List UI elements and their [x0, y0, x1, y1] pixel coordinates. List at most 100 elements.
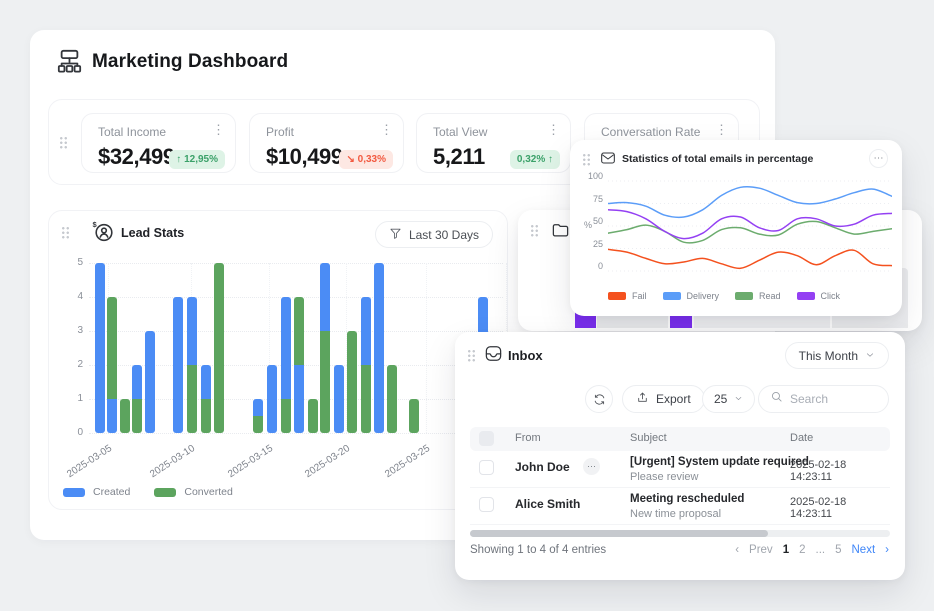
legend-swatch: [608, 292, 626, 300]
drag-handle-icon[interactable]: [582, 153, 591, 166]
kebab-menu-icon[interactable]: [380, 123, 393, 136]
legend-label: Created: [93, 486, 130, 498]
drag-handle-icon[interactable]: [59, 136, 68, 149]
scrollbar-thumb[interactable]: [470, 530, 768, 537]
kebab-menu-icon[interactable]: [547, 123, 560, 136]
stacked-bar: [145, 331, 155, 433]
chevron-down-icon: [865, 349, 875, 363]
bar-segment-created: [267, 365, 277, 433]
chevron-left-icon[interactable]: ‹: [735, 544, 739, 556]
sitemap-icon: [56, 48, 83, 80]
table-row[interactable]: Alice Smith Meeting rescheduled New time…: [470, 488, 890, 525]
bar-segment-converted: [294, 297, 304, 365]
bar-segment-converted: [107, 297, 117, 399]
kebab-menu-icon[interactable]: [715, 123, 728, 136]
page-number[interactable]: 1: [783, 544, 789, 556]
y-tick-label: 0: [580, 261, 603, 271]
period-dropdown[interactable]: This Month: [785, 342, 889, 369]
row-from: John Doe: [515, 460, 570, 474]
x-tick-label: 2025-03-05: [54, 443, 114, 487]
date-filter-button[interactable]: Last 30 Days: [375, 221, 493, 248]
lead-user-icon: $: [91, 219, 115, 248]
export-icon: [636, 391, 649, 407]
stat-value: $32,499: [98, 144, 175, 170]
email-y-axis-unit: %: [584, 220, 592, 230]
next-button[interactable]: Next: [852, 544, 876, 556]
stat-card-total-view: Total View 5,211 0,32% ↑: [416, 113, 571, 173]
page-size-dropdown[interactable]: 25: [702, 385, 755, 413]
drag-handle-icon[interactable]: [61, 226, 70, 239]
lead-stats-plot: 0123452025-03-052025-03-102025-03-152025…: [89, 263, 503, 433]
gridline: [89, 263, 503, 264]
refresh-button[interactable]: [585, 385, 613, 413]
bar-segment-created: [294, 365, 304, 433]
row-preview: New time proposal: [630, 508, 721, 520]
stat-card-total-income: Total Income $32,499 ↑ 12,95%: [81, 113, 236, 173]
column-header-from[interactable]: From: [515, 432, 541, 444]
y-tick-label: 75: [580, 194, 603, 204]
prev-button[interactable]: Prev: [749, 544, 773, 556]
pagination: ‹ Prev 12... 5 Next ›: [735, 544, 889, 556]
page-number[interactable]: 5: [835, 544, 841, 556]
y-tick-label: 3: [61, 325, 83, 336]
legend-label: Fail: [632, 291, 647, 301]
bar-segment-created: [320, 263, 330, 331]
bar-segment-converted: [347, 331, 357, 433]
bar-segment-created: [173, 297, 183, 433]
line-read: [608, 221, 892, 243]
row-checkbox[interactable]: [479, 497, 494, 512]
drag-handle-icon[interactable]: [467, 349, 476, 362]
inbox-panel: Inbox This Month Export 25: [455, 332, 905, 580]
stat-value: $10,499: [266, 144, 343, 170]
table-row[interactable]: John Doe [Urgent] System update required…: [470, 451, 890, 488]
stacked-bar: [294, 297, 304, 433]
trend-badge: ↘ 0,33%: [339, 150, 393, 169]
column-header-subject[interactable]: Subject: [630, 432, 667, 444]
bar-segment-converted: [201, 399, 211, 433]
stacked-bar: [214, 263, 224, 433]
bar-segment-created: [253, 399, 263, 416]
ellipsis-menu-button[interactable]: [869, 149, 888, 168]
line-click: [608, 210, 892, 239]
row-checkbox[interactable]: [479, 460, 494, 475]
x-tick-label: 2025-03-25: [372, 443, 432, 487]
legend-item-created: Created: [63, 486, 130, 498]
x-tick-label: 2025-03-10: [137, 443, 197, 487]
stacked-bar: [361, 297, 371, 433]
select-all-checkbox[interactable]: [479, 431, 494, 446]
bar-segment-created: [145, 331, 155, 433]
bar-segment-created: [201, 365, 211, 399]
stacked-bar: [281, 297, 291, 433]
y-tick-label: 5: [61, 257, 83, 268]
gridline: [426, 263, 427, 433]
bar-segment-created: [107, 399, 117, 433]
legend-swatch: [663, 292, 681, 300]
drag-handle-icon[interactable]: [530, 224, 539, 237]
bar-segment-converted: [214, 263, 224, 433]
column-header-date[interactable]: Date: [790, 432, 813, 444]
legend-swatch: [735, 292, 753, 300]
stat-title: Total Income: [98, 125, 166, 139]
gridline: [89, 433, 503, 434]
y-tick-label: 0: [61, 427, 83, 438]
lead-stats-panel: $ Lead Stats Last 30 Days 0123452025-03-…: [48, 210, 508, 510]
bar-segment-created: [132, 365, 142, 399]
stacked-bar: [267, 365, 277, 433]
bar-segment-created: [281, 297, 291, 399]
stacked-bar: [409, 399, 419, 433]
row-preview: Please review: [630, 471, 698, 483]
y-tick-label: 100: [580, 171, 603, 181]
kebab-menu-icon[interactable]: [212, 123, 225, 136]
export-button[interactable]: Export: [622, 385, 705, 413]
search-input[interactable]: [790, 392, 870, 406]
y-tick-label: 1: [61, 393, 83, 404]
page-number[interactable]: 2: [799, 544, 805, 556]
chevron-right-icon[interactable]: ›: [885, 544, 889, 556]
stacked-bar: [120, 399, 130, 433]
page-ellipsis: ...: [816, 544, 826, 556]
folder-icon: [551, 220, 570, 244]
email-line-chart: [608, 176, 892, 281]
trend-badge: ↑ 12,95%: [169, 150, 225, 169]
row-menu-button[interactable]: [583, 458, 600, 475]
stacked-bar: [334, 365, 344, 433]
